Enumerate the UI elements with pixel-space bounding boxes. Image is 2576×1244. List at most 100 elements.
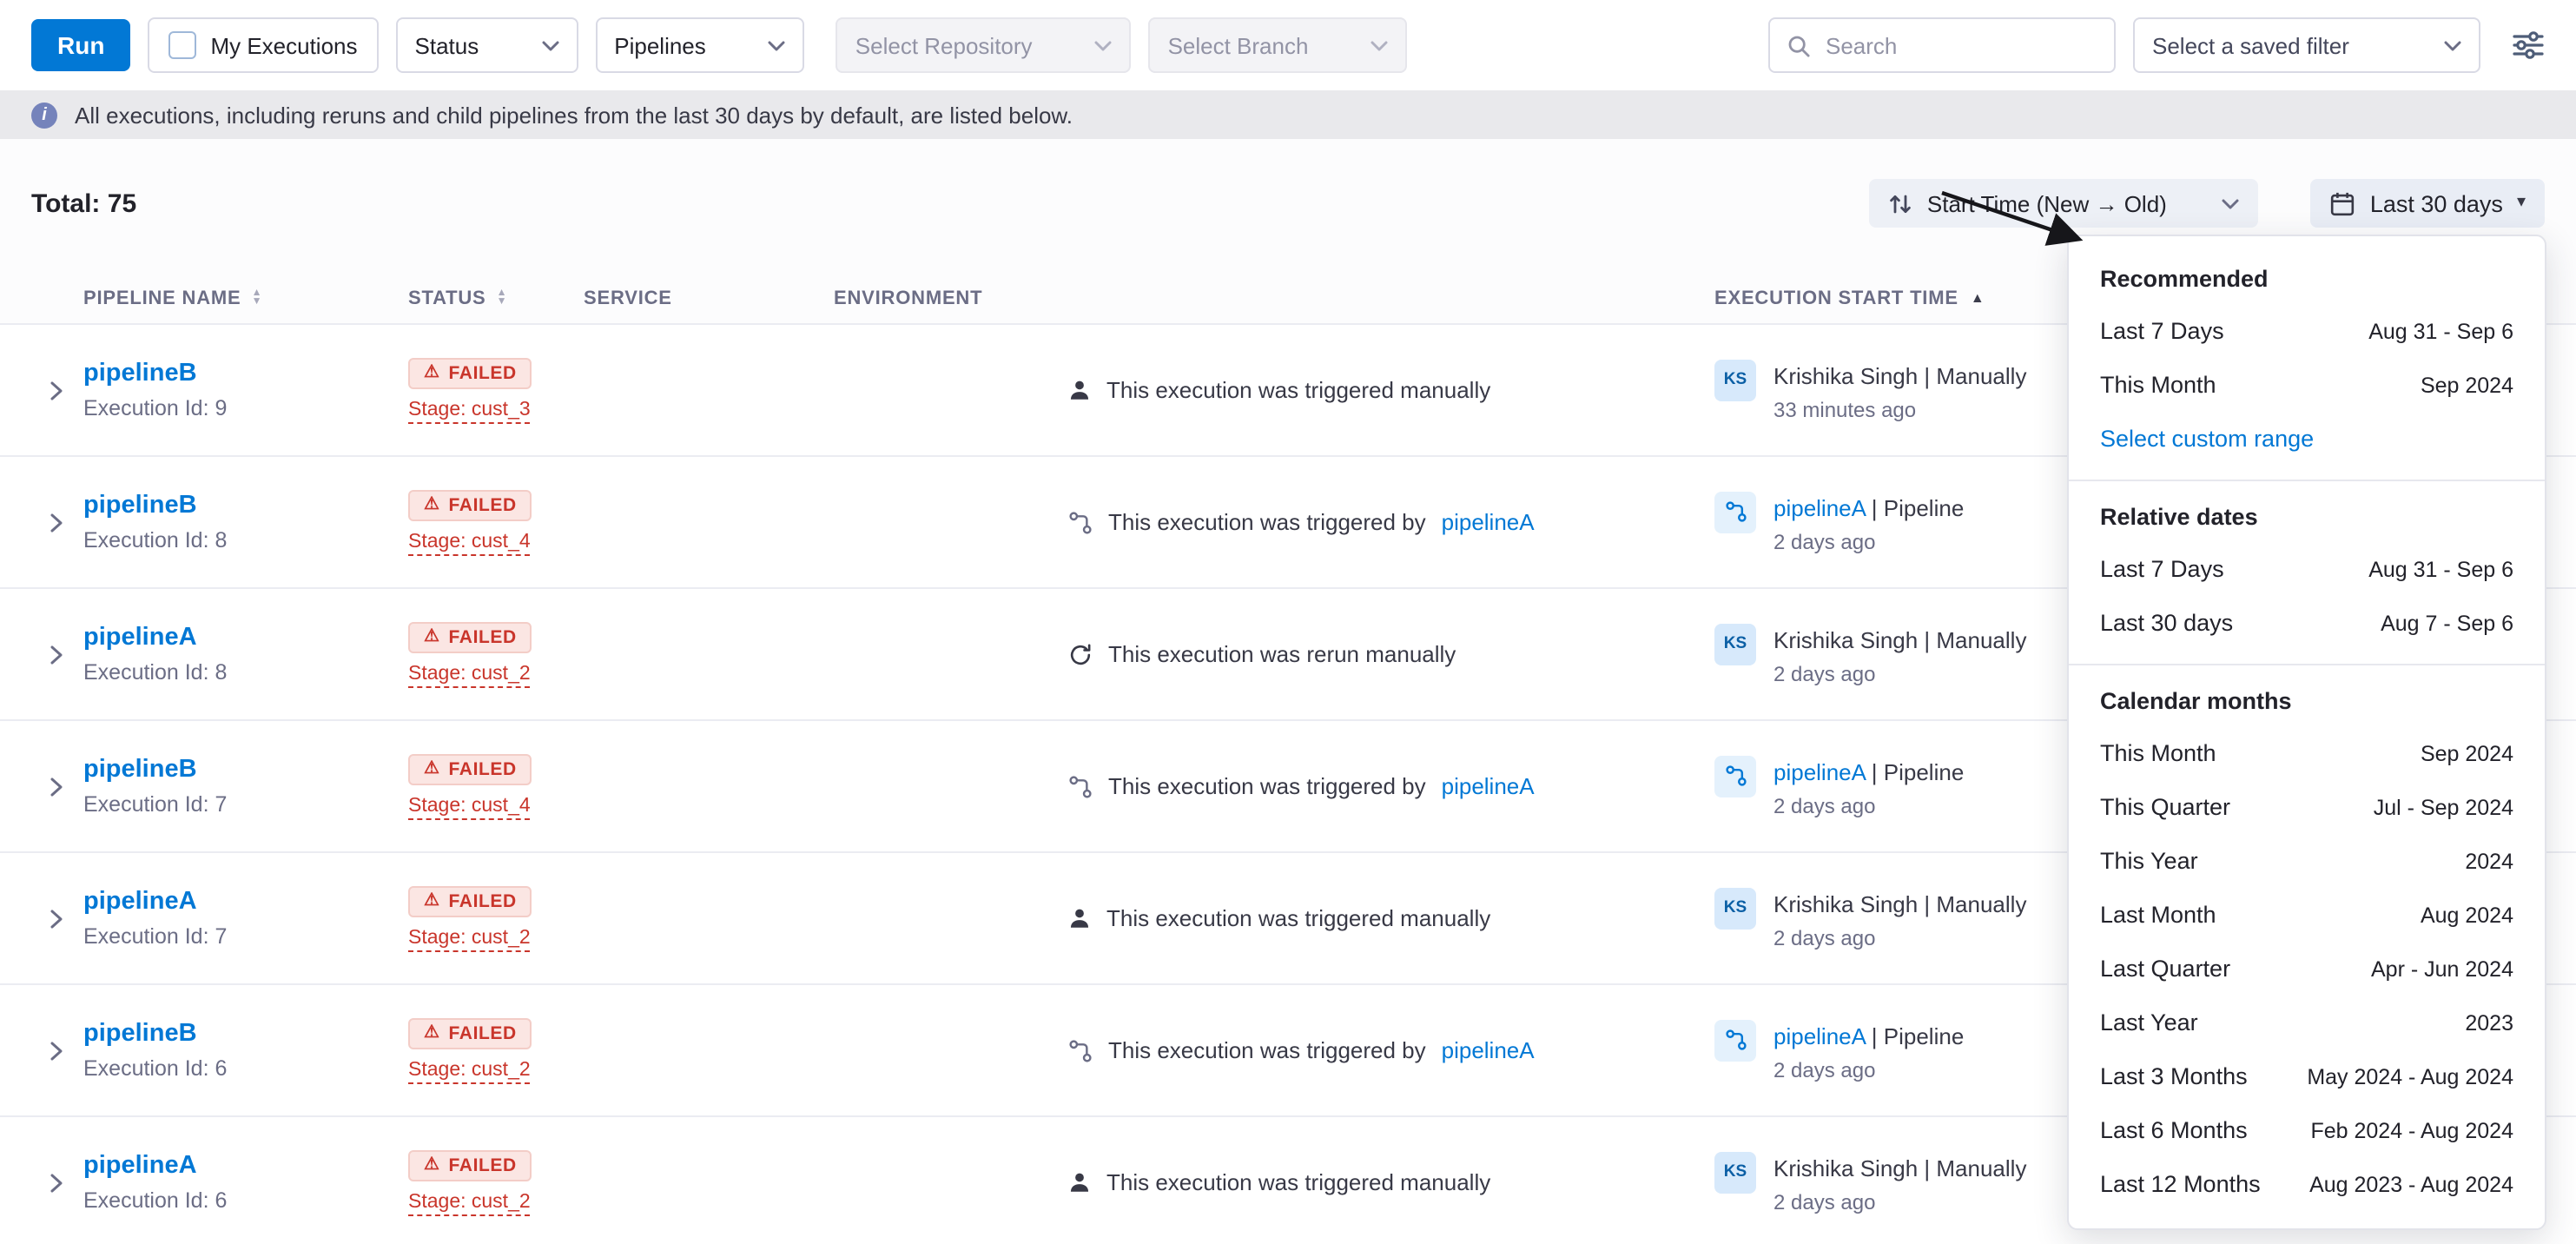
status-filter-select[interactable]: Status: [396, 17, 578, 73]
menu-item-label: Last Month: [2100, 902, 2216, 928]
status-badge: ⚠ FAILED: [408, 621, 532, 652]
header-status-label: STATUS: [408, 288, 486, 309]
search-box[interactable]: [1768, 17, 2116, 73]
menu-section-header: Relative dates: [2069, 488, 2545, 542]
status-badge-label: FAILED: [449, 626, 517, 647]
search-input[interactable]: [1822, 30, 2097, 60]
warning-icon: ⚠: [424, 628, 440, 645]
date-range-option[interactable]: Last 6 Months Feb 2024 - Aug 2024: [2069, 1103, 2545, 1157]
pipeline-name-link[interactable]: pipelineA: [83, 624, 408, 652]
stage-link[interactable]: Stage: cust_2: [408, 1191, 531, 1215]
trigger-pipeline-link[interactable]: pipelineA: [1442, 509, 1535, 535]
branch-filter-select[interactable]: Select Branch: [1149, 17, 1408, 73]
date-range-option[interactable]: Last 3 Months May 2024 - Aug 2024: [2069, 1049, 2545, 1103]
triggered-by-text: Krishika Singh | Manually: [1773, 890, 2026, 916]
menu-item-label: Last 30 days: [2100, 610, 2233, 636]
date-range-option[interactable]: Last Quarter Apr - Jun 2024: [2069, 942, 2545, 996]
status-badge: ⚠ FAILED: [408, 1149, 532, 1181]
pipelines-filter-select[interactable]: Pipelines: [595, 17, 805, 73]
date-range-option[interactable]: Last 30 days Aug 7 - Sep 6: [2069, 596, 2545, 650]
pipeline-name-link[interactable]: pipelineB: [83, 492, 408, 519]
date-range-option[interactable]: Last Month Aug 2024: [2069, 888, 2545, 942]
date-range-option[interactable]: Last 12 Months Aug 2023 - Aug 2024: [2069, 1157, 2545, 1211]
repository-filter-select[interactable]: Select Repository: [836, 17, 1132, 73]
avatar: KS: [1714, 1151, 1756, 1193]
stage-link[interactable]: Stage: cust_3: [408, 399, 531, 423]
triggered-by-text: Krishika Singh | Manually: [1773, 362, 2026, 388]
pipeline-avatar-icon: [1714, 491, 1756, 533]
date-range-option[interactable]: This Quarter Jul - Sep 2024: [2069, 780, 2545, 834]
run-button[interactable]: Run: [31, 19, 130, 71]
sort-both-icon: ▲▼: [252, 290, 263, 308]
date-range-button[interactable]: Last 30 days ▾: [2311, 179, 2545, 228]
menu-item-label: Last 12 Months: [2100, 1171, 2261, 1197]
date-range-option[interactable]: Last 7 Days Aug 31 - Sep 6: [2069, 542, 2545, 596]
status-badge-label: FAILED: [449, 1155, 517, 1175]
expand-chevron-icon[interactable]: [49, 908, 64, 929]
date-range-option[interactable]: Last Year 2023: [2069, 996, 2545, 1049]
menu-item-label: This Year: [2100, 848, 2198, 874]
date-range-option[interactable]: This Year 2024: [2069, 834, 2545, 888]
pipeline-avatar-icon: [1714, 1019, 1756, 1061]
menu-item-range: May 2024 - Aug 2024: [2307, 1064, 2513, 1088]
menu-item-range: Sep 2024: [2421, 741, 2513, 765]
sort-order-select[interactable]: Start Time (New → Old): [1870, 179, 2259, 228]
my-executions-checkbox[interactable]: [168, 31, 196, 59]
trigger-pipeline-link[interactable]: pipelineA: [1442, 1037, 1535, 1063]
execution-id: Execution Id: 9: [83, 396, 408, 420]
menu-section: Relative dates Last 7 Days Aug 31 - Sep …: [2069, 480, 2545, 650]
warning-icon: ⚠: [424, 1156, 440, 1174]
chevron-down-icon: [1078, 39, 1113, 51]
date-range-option[interactable]: Select custom range: [2069, 412, 2545, 466]
expand-chevron-icon[interactable]: [49, 776, 64, 797]
user-icon: [1068, 907, 1091, 930]
stage-link[interactable]: Stage: cust_4: [408, 795, 531, 819]
status-badge: ⚠ FAILED: [408, 885, 532, 916]
trigger-text: This execution was triggered by: [1108, 509, 1426, 535]
date-range-option[interactable]: This Month Sep 2024: [2069, 726, 2545, 780]
expand-chevron-icon[interactable]: [49, 380, 64, 400]
stage-link[interactable]: Stage: cust_2: [408, 1059, 531, 1083]
start-pipeline-link[interactable]: pipelineA: [1773, 1022, 1866, 1049]
menu-item-label: Last 7 Days: [2100, 318, 2224, 344]
expand-chevron-icon[interactable]: [49, 1040, 64, 1061]
header-pipeline-name[interactable]: PIPELINE NAME ▲▼: [83, 288, 408, 309]
menu-item-label: Last Quarter: [2100, 956, 2230, 982]
my-executions-toggle[interactable]: My Executions: [148, 17, 378, 73]
menu-section: Calendar months This Month Sep 2024 This…: [2069, 664, 2545, 1211]
stage-link[interactable]: Stage: cust_2: [408, 663, 531, 687]
pipeline-name-link[interactable]: pipelineB: [83, 360, 408, 387]
menu-item-range: Feb 2024 - Aug 2024: [2310, 1118, 2513, 1142]
pipeline-name-link[interactable]: pipelineA: [83, 888, 408, 916]
filter-settings-icon[interactable]: [2512, 31, 2545, 59]
menu-items: Last 7 Days Aug 31 - Sep 6 Last 30 days …: [2069, 542, 2545, 650]
expand-chevron-icon[interactable]: [49, 1172, 64, 1193]
pipeline-avatar-icon: [1714, 755, 1756, 797]
stage-link[interactable]: Stage: cust_2: [408, 927, 531, 951]
avatar: KS: [1714, 359, 1756, 400]
pipeline-name-link[interactable]: pipelineA: [83, 1152, 408, 1180]
date-range-option[interactable]: This Month Sep 2024: [2069, 358, 2545, 412]
warning-icon: ⚠: [424, 1024, 440, 1042]
status-badge-label: FAILED: [449, 494, 517, 515]
chevron-down-icon: [524, 39, 558, 51]
header-execution-start-time-label: EXECUTION START TIME: [1714, 288, 1958, 309]
calendar-icon: [2330, 190, 2356, 216]
date-range-label: Last 30 days: [2370, 190, 2503, 216]
pipeline-name-link[interactable]: pipelineB: [83, 756, 408, 784]
chevron-down-icon: [751, 39, 786, 51]
pipeline-name-link[interactable]: pipelineB: [83, 1020, 408, 1048]
trigger-text: This execution was triggered manually: [1106, 377, 1490, 403]
trigger-text: This execution was triggered manually: [1106, 1169, 1490, 1195]
expand-chevron-icon[interactable]: [49, 644, 64, 665]
saved-filter-select[interactable]: Select a saved filter: [2133, 17, 2480, 73]
status-badge: ⚠ FAILED: [408, 753, 532, 784]
trigger-pipeline-link[interactable]: pipelineA: [1442, 773, 1535, 799]
start-pipeline-link[interactable]: pipelineA: [1773, 758, 1866, 784]
execution-id: Execution Id: 8: [83, 660, 408, 685]
stage-link[interactable]: Stage: cust_4: [408, 531, 531, 555]
header-status[interactable]: STATUS ▲▼: [408, 288, 584, 309]
expand-chevron-icon[interactable]: [49, 512, 64, 533]
start-pipeline-link[interactable]: pipelineA: [1773, 494, 1866, 520]
date-range-option[interactable]: Last 7 Days Aug 31 - Sep 6: [2069, 304, 2545, 358]
